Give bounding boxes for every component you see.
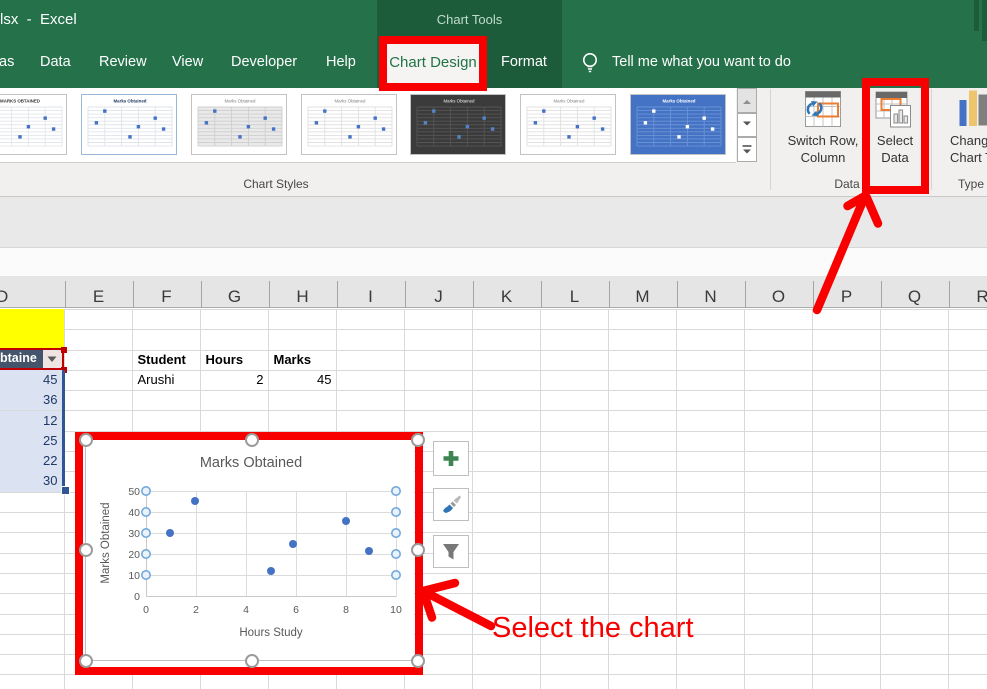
svg-text:Marks Obtained: Marks Obtained	[553, 99, 585, 104]
svg-text:MARKS OBTAINED: MARKS OBTAINED	[0, 99, 40, 104]
svg-text:Marks Obtained: Marks Obtained	[225, 99, 257, 104]
svg-text:Marks Obtained: Marks Obtained	[444, 99, 476, 104]
svg-text:Marks Obtained: Marks Obtained	[114, 99, 147, 104]
svg-text:Marks Obtained: Marks Obtained	[334, 99, 366, 104]
svg-text:Marks Obtained: Marks Obtained	[662, 99, 695, 104]
